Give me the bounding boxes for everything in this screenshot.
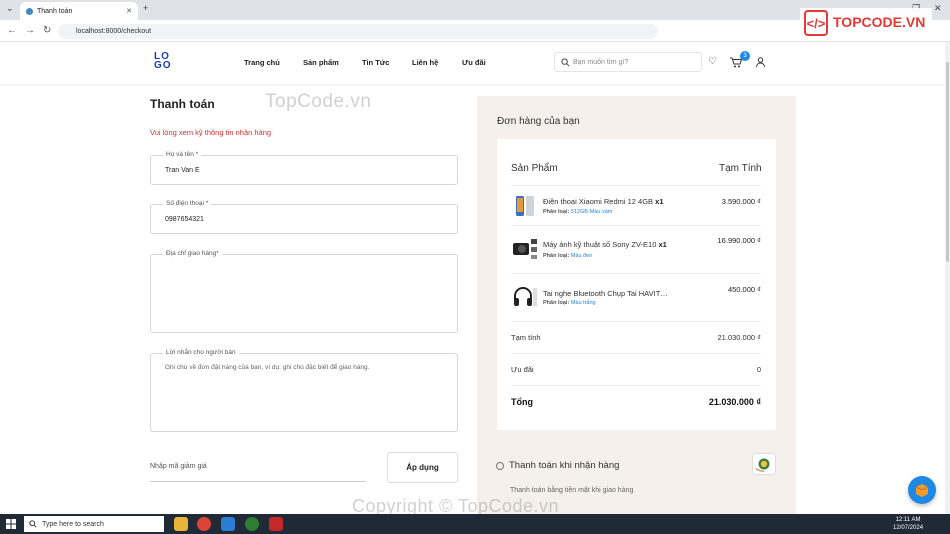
address-field[interactable]: Địa chỉ giao hàng* [150, 250, 458, 333]
clock-time: 12:11 AM [895, 517, 921, 523]
brand-text: TOPCODE.VN [833, 14, 926, 30]
taskbar-search[interactable]: Type here to search [24, 516, 164, 532]
taskbar-clock[interactable]: 12:11 AM 12/07/2024 [893, 516, 923, 532]
item-3-name: Tai nghe Bluetooth Chụp Tai HAVIT… [543, 289, 668, 298]
payment-cod-label: Thanh toán khi nhận hàng [509, 460, 620, 471]
headphone-product-thumbnail [514, 287, 537, 306]
windows-start-icon[interactable] [6, 519, 16, 529]
search-icon [29, 520, 37, 528]
item-1-price: 3.590.000 ₫ [721, 197, 761, 206]
tab-title: Thanh toán [37, 7, 73, 15]
item-3-price: 450.000 ₫ [727, 285, 761, 294]
divider [511, 385, 761, 386]
item-1-variant: Phân loại: 512GB-Màu xám [543, 209, 613, 215]
forward-icon[interactable]: → [25, 25, 35, 36]
window-close-icon[interactable]: ✕ [934, 3, 942, 14]
browser-tab[interactable]: Thanh toán ✕ [20, 2, 138, 20]
divider [511, 185, 761, 186]
item-1-name: Điện thoại Xiaomi Redmi 12 4GB x1 [543, 197, 664, 206]
note-placeholder: Ghi chú về đơn đặt hàng của bạn, ví dụ: … [165, 364, 370, 371]
back-icon[interactable]: ← [7, 25, 17, 36]
file-explorer-icon[interactable] [174, 517, 188, 531]
divider [511, 273, 761, 274]
phone-product-thumbnail [516, 196, 534, 216]
coupon-input[interactable]: Nhập mã giảm giá [150, 457, 366, 482]
tab-close-icon[interactable]: ✕ [126, 7, 132, 15]
divider [511, 353, 761, 354]
subtotal-label: Tạm tính [511, 333, 541, 342]
nav-contact[interactable]: Liên hệ [412, 58, 438, 67]
name-value: Tran Van E [165, 167, 200, 174]
search-input[interactable]: Bạn muốn tìm gì? [554, 52, 702, 72]
app-icon[interactable] [245, 517, 259, 531]
logo-line-2: GO [154, 60, 172, 71]
watermark-top: TopCode.vn [265, 91, 372, 112]
nav-home[interactable]: Trang chủ [244, 58, 280, 67]
coupon-placeholder: Nhập mã giảm giá [150, 463, 207, 470]
divider [511, 321, 761, 322]
new-tab-icon[interactable]: + [143, 3, 148, 13]
col-product-header: Sản Phẩm [511, 163, 558, 174]
search-icon [561, 58, 570, 67]
divider [511, 225, 761, 226]
url-text: localhost:8000/checkout [76, 28, 152, 35]
col-subtotal-header: Tạm Tính [719, 163, 762, 174]
note-label: Lời nhắn cho người bán [163, 349, 239, 356]
site-logo[interactable]: LO GO [154, 52, 172, 71]
phone-field[interactable]: Số điện thoại * 0987654321 [150, 200, 458, 234]
radio-button[interactable] [496, 461, 504, 470]
item-2-variant: Phân loại: Màu đen [543, 253, 593, 259]
item-3-variant: Phân loại: Màu trắng [543, 300, 596, 306]
nav-products[interactable]: Sản phẩm [303, 58, 339, 67]
cart-count-badge: 3 [740, 51, 750, 61]
apply-coupon-button[interactable]: Áp dụng [387, 452, 458, 483]
subtotal-value: 21.030.000 ₫ [717, 333, 761, 342]
scrollbar-thumb[interactable] [946, 62, 949, 262]
vscode-icon[interactable] [221, 517, 235, 531]
floating-action-button[interactable] [908, 476, 936, 504]
chrome-icon[interactable] [197, 517, 211, 531]
order-title: Đơn hàng của bạn [497, 116, 580, 127]
camera-product-thumbnail [513, 239, 537, 259]
clock-date: 12/07/2024 [893, 525, 924, 531]
nav-deals[interactable]: Ưu đãi [462, 58, 486, 67]
search-placeholder: Bạn muốn tìm gì? [573, 58, 629, 66]
brand-logo-icon: </> [804, 10, 828, 36]
nav-news[interactable]: Tin Tức [362, 58, 389, 67]
box-icon [915, 484, 929, 497]
discount-value: 0 [756, 365, 761, 374]
reload-icon[interactable]: ↻ [43, 25, 51, 36]
name-field[interactable]: Họ và tên * Tran Van E [150, 151, 458, 185]
phone-value: 0987654321 [165, 216, 204, 223]
tab-list-icon[interactable]: ⌄ [6, 3, 14, 14]
recorder-icon[interactable] [269, 517, 283, 531]
total-label: Tổng [511, 397, 533, 407]
phone-label: Số điện thoại * [163, 200, 212, 207]
page-title: Thanh toán [150, 97, 215, 111]
note-field[interactable]: Lời nhắn cho người bán Ghi chú về đơn đặ… [150, 349, 458, 432]
item-2-price: 16.990.000 ₫ [717, 236, 761, 245]
payment-cod-option[interactable]: Thanh toán khi nhận hàng [496, 460, 619, 471]
payment-cod-description: Thanh toán bằng tiền mặt khi giao hàng [510, 487, 634, 494]
address-bar[interactable]: localhost:8000/checkout [58, 24, 658, 39]
warning-message: Vui lòng xem kỹ thông tin nhận hàng [150, 128, 272, 137]
wishlist-heart-icon[interactable]: ♡ [708, 56, 717, 67]
address-label: Địa chỉ giao hàng* [163, 250, 222, 257]
user-icon[interactable] [756, 57, 765, 67]
taskbar-search-placeholder: Type here to search [42, 520, 104, 528]
name-label: Họ và tên * [163, 151, 202, 158]
item-2-name: Máy ảnh kỹ thuật số Sony ZV-E10 x1 [543, 240, 667, 249]
discount-label: Ưu đãi [511, 365, 534, 374]
total-value: 21.030.000 ₫ [708, 397, 761, 407]
tab-favicon-icon [26, 7, 33, 15]
cash-icon [752, 453, 776, 475]
